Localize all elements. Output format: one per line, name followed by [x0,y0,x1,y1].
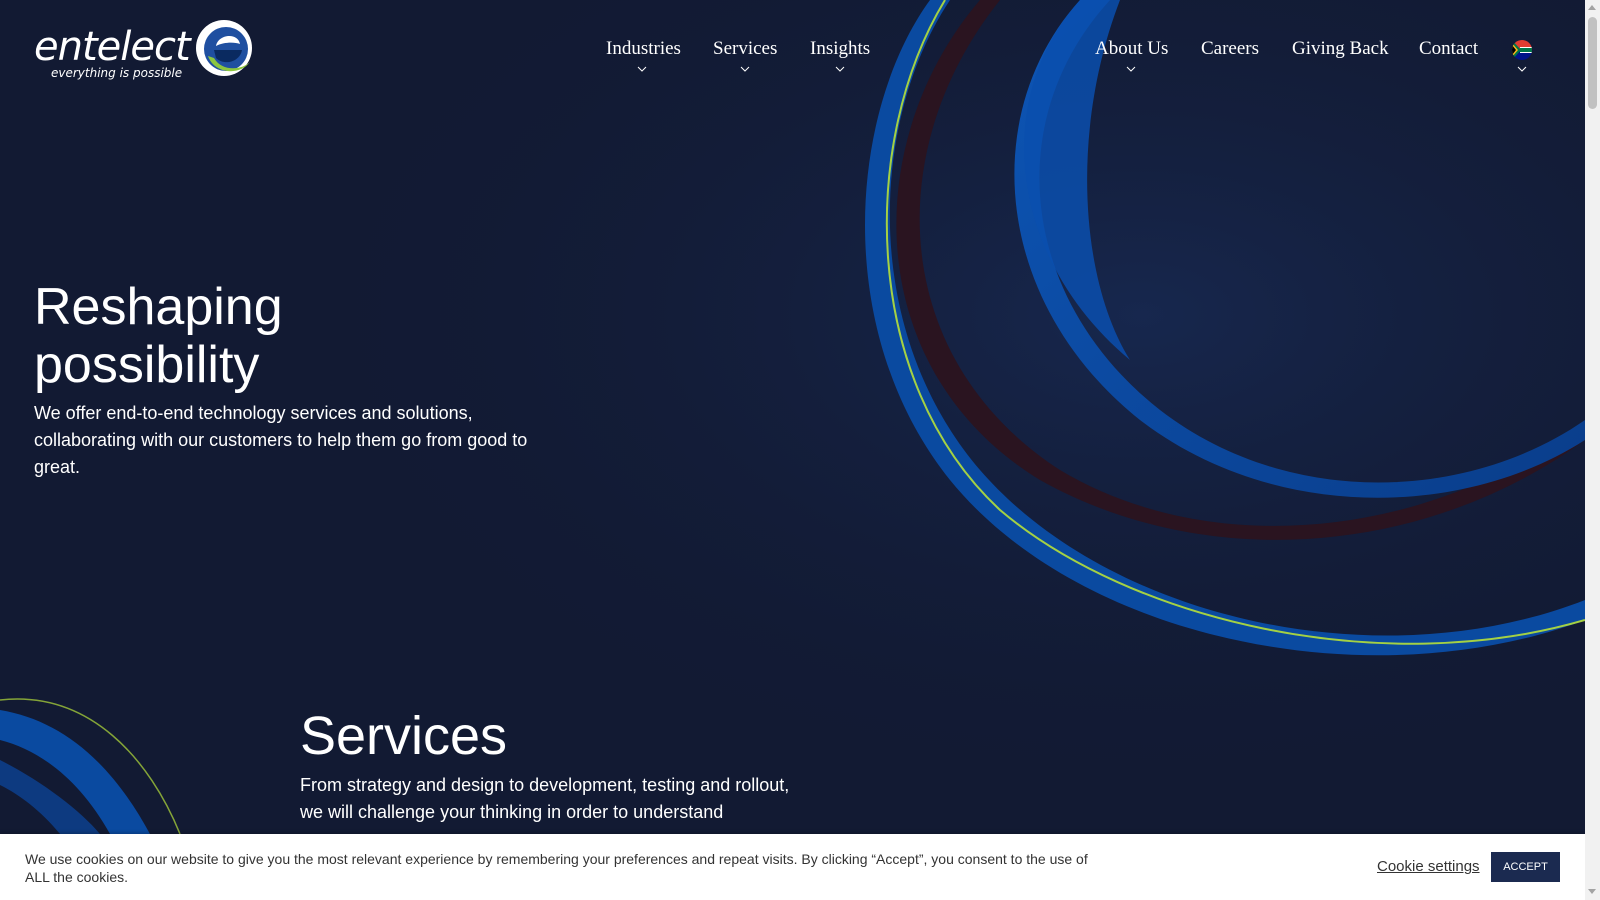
nav-item-label: Industries [606,38,681,59]
services-description: From strategy and design to development,… [300,775,790,822]
chevron-down-icon [1517,66,1527,72]
main-navigation: Industries Services Insights About Us Ca… [0,38,1585,88]
chevron-down-icon [1126,66,1136,72]
nav-item-insights[interactable]: Insights [810,38,870,72]
language-selector[interactable] [1511,40,1533,72]
cookie-consent-bar: We use cookies on our website to give yo… [0,834,1585,900]
accept-cookies-button[interactable]: ACCEPT [1491,852,1560,882]
chevron-down-icon [740,66,750,72]
scrollbar-thumb[interactable] [1588,17,1597,109]
scroll-up-arrow-icon[interactable] [1588,5,1596,10]
cookie-settings-link[interactable]: Cookie settings [1377,858,1480,875]
nav-item-label: About Us [1095,38,1169,59]
nav-item-label: Giving Back [1292,38,1389,59]
nav-item-services[interactable]: Services [713,38,777,72]
nav-item-label: Insights [810,38,871,59]
nav-item-about-us[interactable]: About Us [1095,38,1169,72]
hero-title: Reshaping possibility [34,278,283,394]
nav-item-industries[interactable]: Industries [606,38,681,72]
cookie-message: We use cookies on our website to give yo… [25,851,1088,885]
nav-item-contact[interactable]: Contact [1419,38,1479,60]
scroll-down-arrow-icon[interactable] [1588,889,1596,894]
page: entelect everything is possible Industri… [0,0,1585,900]
chevron-down-icon [637,66,647,72]
services-heading: Services [300,706,508,766]
page-scrollbar[interactable] [1585,0,1600,900]
nav-item-giving-back[interactable]: Giving Back [1292,38,1389,60]
south-africa-flag-icon [1512,40,1532,60]
nav-item-label: Services [713,38,778,59]
nav-item-label: Contact [1419,38,1479,59]
chevron-down-icon [835,66,845,72]
nav-item-careers[interactable]: Careers [1201,38,1260,60]
nav-item-label: Careers [1201,38,1260,59]
hero-description: We offer end-to-end technology services … [34,403,528,477]
